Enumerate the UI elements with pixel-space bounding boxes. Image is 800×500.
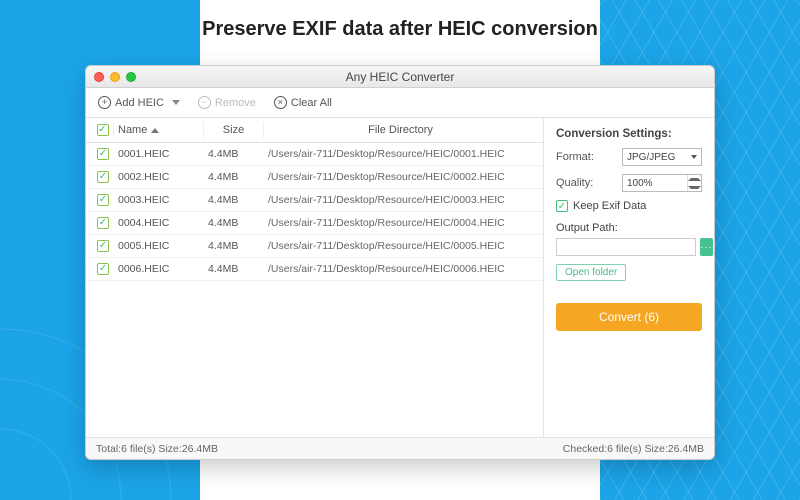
remove-label: Remove: [215, 97, 256, 109]
app-window: Any HEIC Converter + Add HEIC − Remove ×…: [85, 65, 715, 460]
quality-spin: [687, 175, 701, 191]
browse-button[interactable]: ···: [700, 238, 713, 256]
keep-exif-checkbox[interactable]: [556, 200, 568, 212]
row-size: 4.4MB: [204, 194, 264, 206]
status-bar: Total:6 file(s) Size:26.4MB Checked:6 fi…: [86, 437, 714, 459]
status-checked: Checked:6 file(s) Size:26.4MB: [563, 443, 704, 455]
keep-exif-label: Keep Exif Data: [573, 200, 646, 212]
output-path-row: ···: [556, 238, 702, 256]
row-directory: /Users/air-711/Desktop/Resource/HEIC/000…: [264, 171, 537, 183]
quality-value: 100%: [623, 178, 687, 189]
row-name: 0002.HEIC: [114, 171, 204, 183]
row-directory: /Users/air-711/Desktop/Resource/HEIC/000…: [264, 263, 537, 275]
quality-down-button[interactable]: [688, 183, 701, 191]
header-checkbox-cell: [92, 122, 114, 138]
chevron-down-icon: [172, 100, 180, 105]
row-size: 4.4MB: [204, 171, 264, 183]
header-name-label: Name: [118, 124, 147, 136]
table-row[interactable]: 0002.HEIC4.4MB/Users/air-711/Desktop/Res…: [86, 166, 543, 189]
row-checkbox[interactable]: [97, 148, 109, 160]
add-heic-button[interactable]: + Add HEIC: [94, 94, 184, 111]
select-all-checkbox[interactable]: [97, 124, 109, 136]
row-checkbox-cell: [92, 217, 114, 229]
window-body: Name Size File Directory 0001.HEIC4.4MB/…: [86, 118, 714, 437]
row-checkbox[interactable]: [97, 171, 109, 183]
row-checkbox-cell: [92, 263, 114, 275]
row-size: 4.4MB: [204, 240, 264, 252]
row-name: 0003.HEIC: [114, 194, 204, 206]
format-select[interactable]: JPG/JPEG: [622, 148, 702, 166]
row-name: 0005.HEIC: [114, 240, 204, 252]
row-checkbox-cell: [92, 171, 114, 183]
quality-row: Quality: 100%: [556, 174, 702, 192]
quality-up-button[interactable]: [688, 175, 701, 183]
settings-title: Conversion Settings:: [556, 128, 702, 140]
row-checkbox[interactable]: [97, 194, 109, 206]
chevron-down-icon: [688, 186, 701, 189]
row-checkbox-cell: [92, 148, 114, 160]
row-size: 4.4MB: [204, 263, 264, 275]
header-directory[interactable]: File Directory: [264, 122, 537, 138]
open-folder-button[interactable]: Open folder: [556, 264, 626, 281]
table-row[interactable]: 0003.HEIC4.4MB/Users/air-711/Desktop/Res…: [86, 189, 543, 212]
row-directory: /Users/air-711/Desktop/Resource/HEIC/000…: [264, 148, 537, 160]
table-row[interactable]: 0001.HEIC4.4MB/Users/air-711/Desktop/Res…: [86, 143, 543, 166]
add-heic-label: Add HEIC: [115, 97, 164, 109]
quality-label: Quality:: [556, 177, 593, 189]
sort-ascending-icon: [151, 128, 159, 133]
row-directory: /Users/air-711/Desktop/Resource/HEIC/000…: [264, 217, 537, 229]
table-row[interactable]: 0004.HEIC4.4MB/Users/air-711/Desktop/Res…: [86, 212, 543, 235]
convert-button[interactable]: Convert (6): [556, 303, 702, 331]
file-table: Name Size File Directory 0001.HEIC4.4MB/…: [86, 118, 544, 437]
header-name[interactable]: Name: [114, 122, 204, 138]
keep-exif-row: Keep Exif Data: [556, 200, 702, 212]
chevron-up-icon: [688, 178, 701, 181]
row-checkbox[interactable]: [97, 240, 109, 252]
output-path-label: Output Path:: [556, 222, 702, 234]
toolbar: + Add HEIC − Remove × Clear All: [86, 88, 714, 118]
headline: Preserve EXIF data after HEIC conversion: [0, 0, 800, 41]
row-checkbox-cell: [92, 194, 114, 206]
quality-stepper[interactable]: 100%: [622, 174, 702, 192]
row-name: 0006.HEIC: [114, 263, 204, 275]
header-size[interactable]: Size: [204, 122, 264, 138]
row-size: 4.4MB: [204, 217, 264, 229]
row-checkbox[interactable]: [97, 263, 109, 275]
remove-button[interactable]: − Remove: [194, 94, 260, 111]
minus-icon: −: [198, 96, 211, 109]
window-title: Any HEIC Converter: [86, 70, 714, 84]
chevron-down-icon: [691, 155, 697, 159]
titlebar: Any HEIC Converter: [86, 66, 714, 88]
row-name: 0001.HEIC: [114, 148, 204, 160]
row-directory: /Users/air-711/Desktop/Resource/HEIC/000…: [264, 194, 537, 206]
table-header: Name Size File Directory: [86, 118, 543, 143]
output-path-input[interactable]: [556, 238, 696, 256]
table-body: 0001.HEIC4.4MB/Users/air-711/Desktop/Res…: [86, 143, 543, 437]
settings-panel: Conversion Settings: Format: JPG/JPEG Qu…: [544, 118, 714, 437]
format-label: Format:: [556, 151, 594, 163]
plus-icon: +: [98, 96, 111, 109]
row-directory: /Users/air-711/Desktop/Resource/HEIC/000…: [264, 240, 537, 252]
row-size: 4.4MB: [204, 148, 264, 160]
row-checkbox-cell: [92, 240, 114, 252]
clear-all-button[interactable]: × Clear All: [270, 94, 336, 111]
x-icon: ×: [274, 96, 287, 109]
row-name: 0004.HEIC: [114, 217, 204, 229]
format-row: Format: JPG/JPEG: [556, 148, 702, 166]
status-total: Total:6 file(s) Size:26.4MB: [96, 443, 218, 455]
format-value: JPG/JPEG: [627, 152, 675, 163]
table-row[interactable]: 0005.HEIC4.4MB/Users/air-711/Desktop/Res…: [86, 235, 543, 258]
table-row[interactable]: 0006.HEIC4.4MB/Users/air-711/Desktop/Res…: [86, 258, 543, 281]
clear-all-label: Clear All: [291, 97, 332, 109]
ellipsis-icon: ···: [700, 242, 713, 253]
row-checkbox[interactable]: [97, 217, 109, 229]
